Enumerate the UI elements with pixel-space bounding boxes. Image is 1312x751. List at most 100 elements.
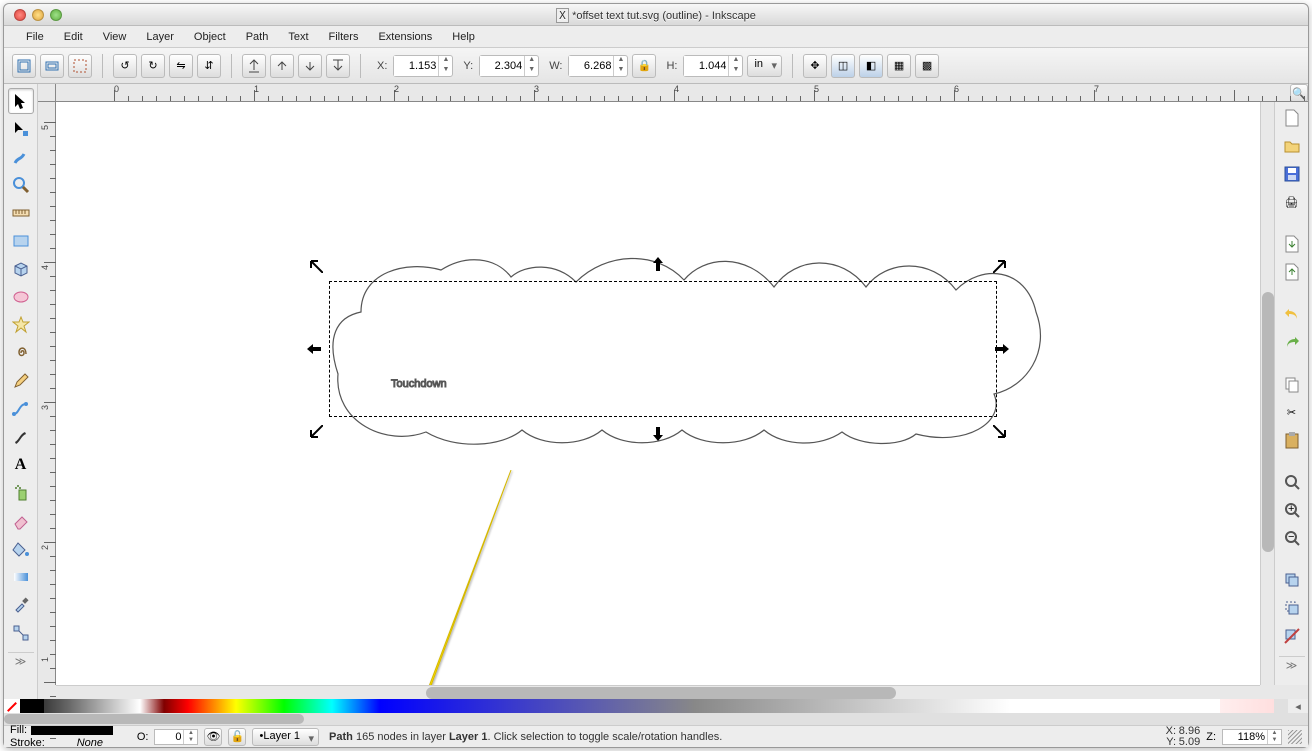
export-icon[interactable] [1280, 260, 1304, 284]
undo-icon[interactable] [1280, 302, 1304, 326]
tool-measure[interactable] [8, 200, 34, 226]
ruler-vertical[interactable]: 54321 [38, 102, 56, 685]
print-icon[interactable]: 🖨 [1280, 190, 1304, 214]
tool-eraser[interactable] [8, 508, 34, 534]
tool-bezier[interactable] [8, 396, 34, 422]
zoom-drawing-icon[interactable]: + [1280, 498, 1304, 522]
w-input[interactable]: ▲▼ [568, 55, 628, 77]
handle-sw[interactable] [309, 425, 323, 439]
menu-view[interactable]: View [93, 26, 137, 47]
tool-dropper[interactable] [8, 592, 34, 618]
affect-gradient-icon[interactable]: ▦ [887, 54, 911, 78]
raise-icon[interactable] [270, 54, 294, 78]
palette-scrollbar[interactable] [4, 713, 1274, 725]
tool-spray[interactable] [8, 480, 34, 506]
menu-help[interactable]: Help [442, 26, 485, 47]
tool-ellipse[interactable] [8, 284, 34, 310]
tool-zoom[interactable] [8, 172, 34, 198]
lower-to-bottom-icon[interactable] [326, 54, 350, 78]
deselect-icon[interactable] [68, 54, 92, 78]
scroll-thumb[interactable] [426, 687, 896, 699]
handle-n[interactable] [651, 257, 665, 271]
y-input[interactable]: ▲▼ [479, 55, 539, 77]
h-field[interactable] [684, 56, 728, 76]
tool-tweak[interactable] [8, 144, 34, 170]
handle-nw[interactable] [309, 259, 323, 273]
new-document-icon[interactable] [1280, 106, 1304, 130]
palette-swatches[interactable] [20, 699, 1274, 713]
tool-gradient[interactable] [8, 564, 34, 590]
ruler-horizontal[interactable]: 🔍 01234567 [56, 84, 1308, 102]
handle-ne[interactable] [993, 259, 1007, 273]
handle-s[interactable] [651, 427, 665, 441]
palette-menu-icon[interactable]: ◂ [1288, 699, 1308, 713]
zoom-fit-icon[interactable] [1280, 470, 1304, 494]
lock-aspect-icon[interactable]: 🔒 [632, 54, 656, 78]
x-input[interactable]: ▲▼ [393, 55, 453, 77]
copy-icon[interactable] [1280, 372, 1304, 396]
menu-path[interactable]: Path [236, 26, 279, 47]
w-field[interactable] [569, 56, 613, 76]
layer-visibility-icon[interactable]: 👁 [204, 728, 222, 746]
scroll-thumb[interactable] [1262, 292, 1274, 552]
handle-e[interactable] [995, 342, 1009, 356]
h-input[interactable]: ▲▼ [683, 55, 743, 77]
open-icon[interactable] [1280, 134, 1304, 158]
menu-extensions[interactable]: Extensions [368, 26, 442, 47]
cut-icon[interactable]: ✂ [1280, 400, 1304, 424]
tool-3dbox[interactable] [8, 256, 34, 282]
layer-lock-icon[interactable]: 🔓 [228, 728, 246, 746]
select-in-all-layers-icon[interactable] [40, 54, 64, 78]
layer-select[interactable]: •Layer 1 [252, 728, 319, 746]
tool-selector[interactable] [8, 88, 34, 114]
toolbox-overflow-icon[interactable]: ≫ [8, 652, 34, 670]
affect-stroke-icon[interactable]: ◫ [831, 54, 855, 78]
palette-vscroll[interactable] [1274, 699, 1288, 713]
scroll-thumb[interactable] [4, 714, 304, 724]
search-icon[interactable]: 🔍 [1290, 84, 1308, 102]
lower-icon[interactable] [298, 54, 322, 78]
units-select[interactable]: in [747, 55, 782, 77]
flip-vertical-icon[interactable]: ⇵ [197, 54, 221, 78]
tool-text[interactable]: A [8, 452, 34, 478]
affect-pattern-icon[interactable]: ▩ [915, 54, 939, 78]
save-icon[interactable] [1280, 162, 1304, 186]
opacity-input[interactable]: ▲▼ [154, 729, 198, 745]
tool-node[interactable] [8, 116, 34, 142]
tool-star[interactable] [8, 312, 34, 338]
zoom-input[interactable]: ▲▼ [1222, 729, 1282, 745]
tool-pencil[interactable] [8, 368, 34, 394]
menu-object[interactable]: Object [184, 26, 236, 47]
menu-file[interactable]: File [16, 26, 54, 47]
tool-calligraphy[interactable] [8, 424, 34, 450]
clone-icon[interactable] [1280, 596, 1304, 620]
zoom-page-icon[interactable]: − [1280, 526, 1304, 550]
tool-connector[interactable] [8, 620, 34, 646]
stroke-value[interactable]: None [49, 737, 131, 749]
resize-grip-icon[interactable] [1288, 730, 1302, 744]
zoom-field[interactable] [1223, 730, 1267, 744]
affect-corners-icon[interactable]: ◧ [859, 54, 883, 78]
select-all-layers-icon[interactable] [12, 54, 36, 78]
commands-overflow-icon[interactable]: ≫ [1279, 656, 1305, 674]
no-fill-swatch[interactable] [4, 699, 20, 713]
paste-icon[interactable] [1280, 428, 1304, 452]
menu-filters[interactable]: Filters [319, 26, 369, 47]
unlink-clone-icon[interactable] [1280, 624, 1304, 648]
menu-text[interactable]: Text [278, 26, 318, 47]
import-icon[interactable] [1280, 232, 1304, 256]
affect-move-icon[interactable]: ✥ [803, 54, 827, 78]
flip-horizontal-icon[interactable]: ⇋ [169, 54, 193, 78]
menu-edit[interactable]: Edit [54, 26, 93, 47]
tool-rect[interactable] [8, 228, 34, 254]
vertical-scrollbar[interactable] [1260, 102, 1274, 685]
duplicate-icon[interactable] [1280, 568, 1304, 592]
opacity-field[interactable] [155, 730, 183, 744]
redo-icon[interactable] [1280, 330, 1304, 354]
handle-w[interactable] [307, 342, 321, 356]
tool-spiral[interactable] [8, 340, 34, 366]
tool-paint-bucket[interactable] [8, 536, 34, 562]
rotate-ccw-icon[interactable]: ↺ [113, 54, 137, 78]
raise-to-top-icon[interactable] [242, 54, 266, 78]
canvas[interactable]: Touchdown [56, 102, 1260, 685]
